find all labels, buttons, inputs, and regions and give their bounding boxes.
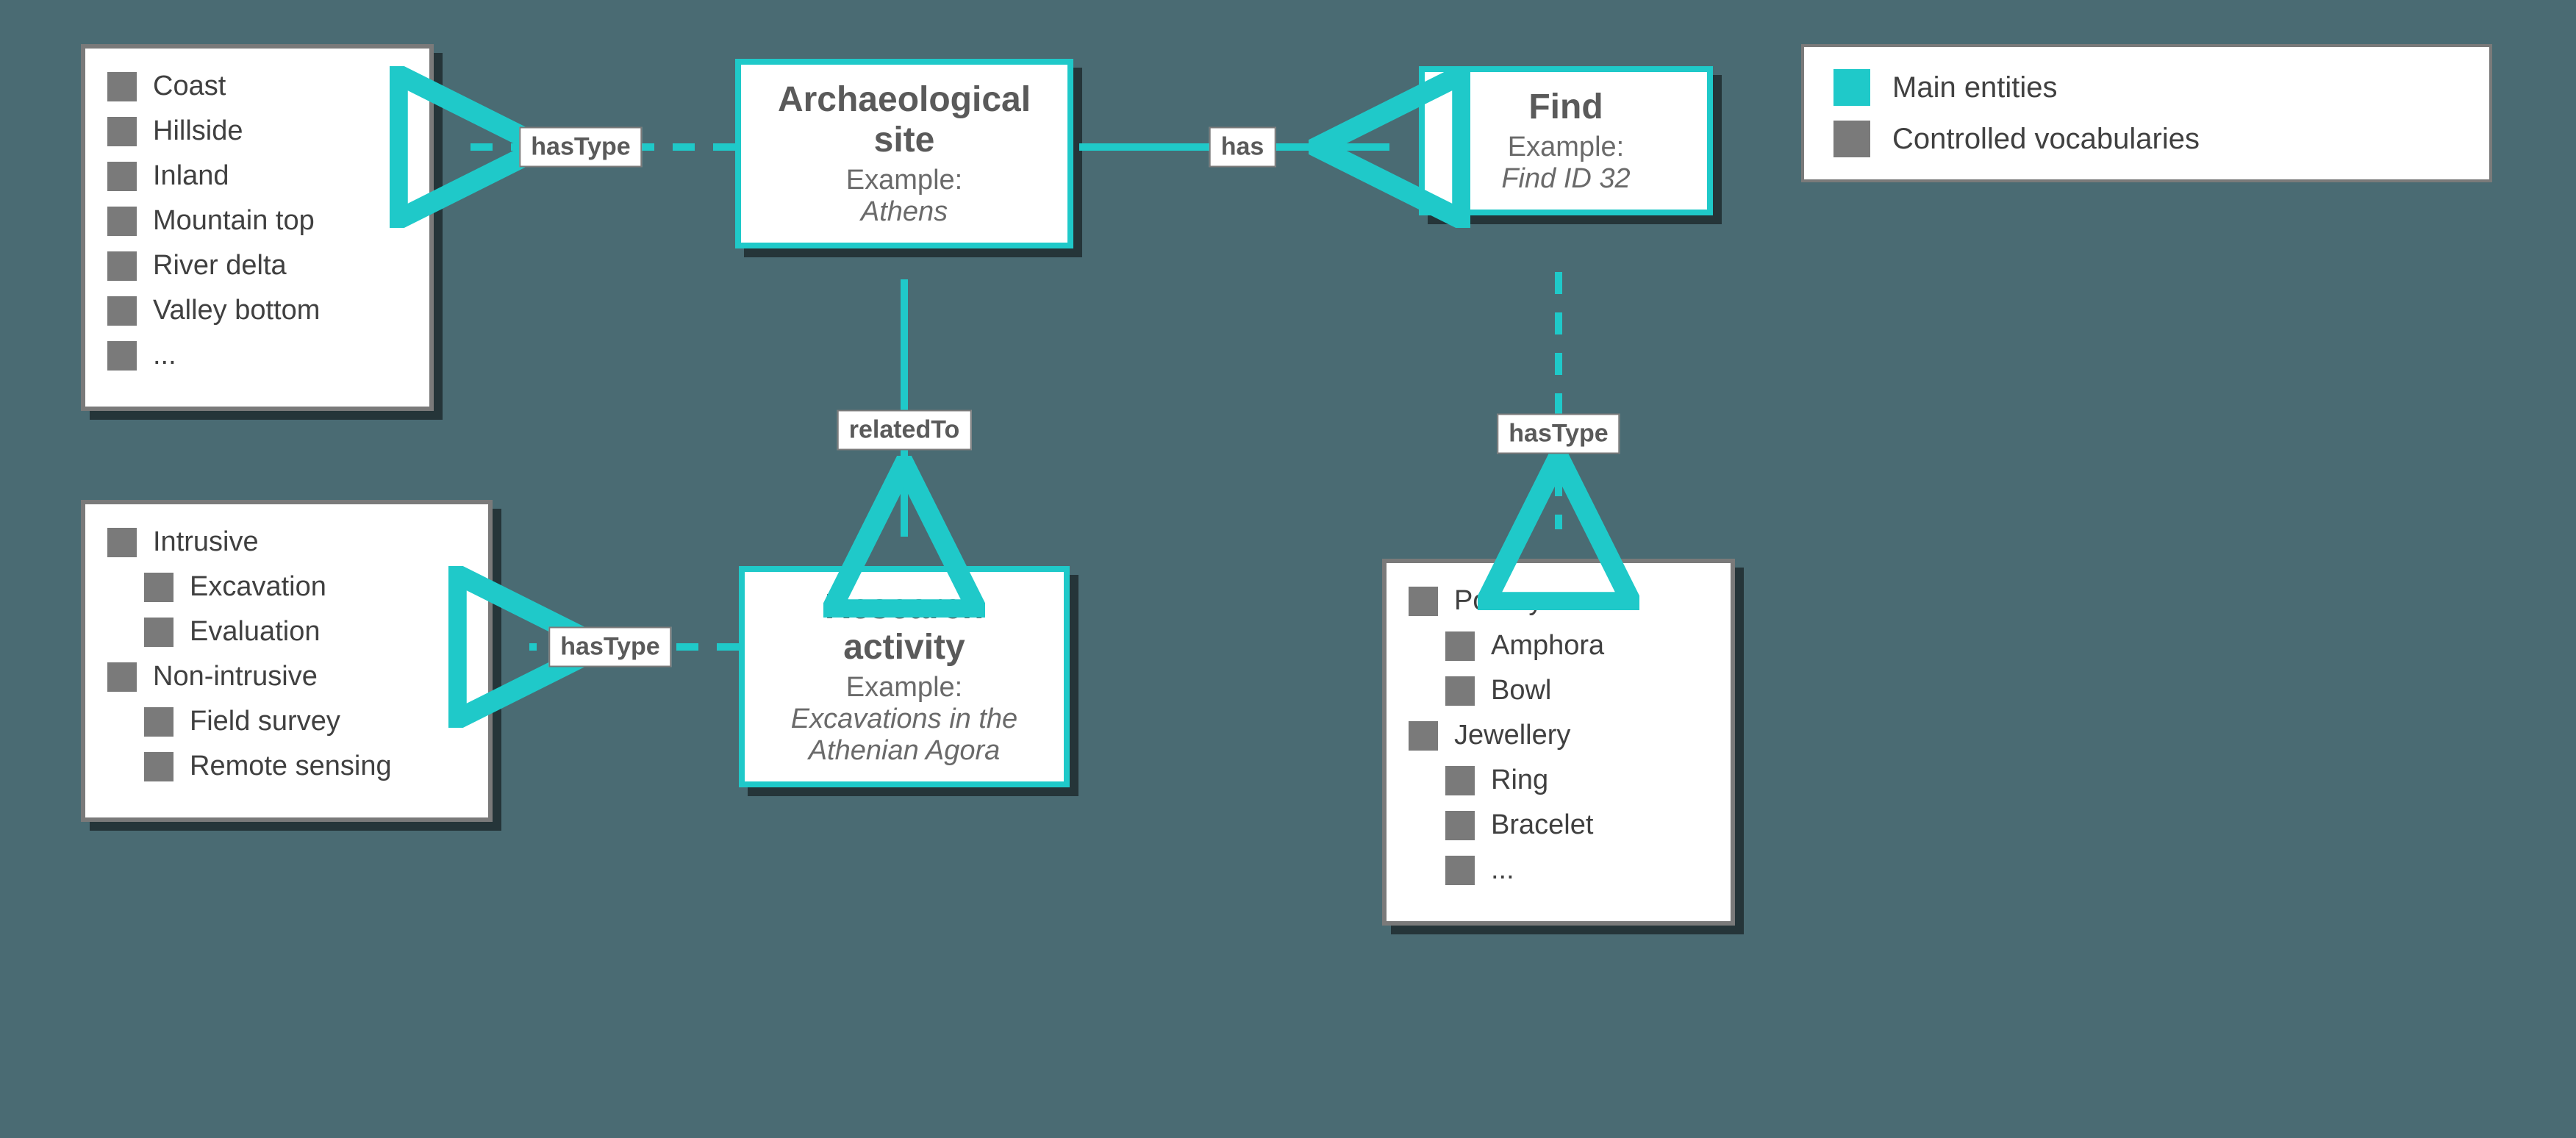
vocab-site-types: Coast Hillside Inland Mountain top River… [81,44,434,411]
vocab-label: Pottery [1454,585,1542,617]
vocab-item: ... [107,340,407,371]
vocab-label: Bowl [1491,675,1551,706]
entity-example-label: Example: [1439,132,1692,163]
edge-label-site-hastype: hasType [519,127,642,168]
vocab-square-icon [107,117,137,146]
vocab-label: Mountain top [153,205,315,237]
entity-example: Find ID 32 [1439,163,1692,195]
vocab-item: Bowl [1445,675,1709,706]
vocab-label: Valley bottom [153,295,320,326]
entity-example-label: Example: [759,672,1049,704]
vocab-square-icon [1445,631,1475,661]
entity-title: Archaeological [756,79,1053,120]
vocab-label: Hillside [153,115,243,147]
entity-title: Find [1439,87,1692,127]
vocab-item: Evaluation [144,616,466,648]
vocab-square-icon [107,207,137,236]
vocab-square-icon [1445,811,1475,840]
edge-label-site-has: has [1209,127,1276,168]
entity-example: Excavations in the [759,704,1049,735]
vocab-label: Ring [1491,765,1548,796]
vocab-item: Mountain top [107,205,407,237]
vocab-square-icon [107,72,137,101]
vocab-item: Excavation [144,571,466,603]
entity-research-activity: Research activity Example: Excavations i… [739,566,1070,787]
vocab-item: ... [1445,854,1709,886]
vocab-label: Bracelet [1491,809,1593,841]
vocab-label: ... [1491,854,1514,886]
vocab-square-icon [107,162,137,191]
vocab-group: Non-intrusive [107,661,466,693]
legend-label-main: Main entities [1892,71,2058,104]
edge-label-research-hastype: hasType [548,627,671,668]
vocab-label: Excavation [190,571,326,603]
entity-title: site [756,120,1053,160]
vocab-group: Pottery [1409,585,1709,617]
vocab-research-types: Intrusive Excavation Evaluation Non-intr… [81,500,493,822]
vocab-find-types: Pottery Amphora Bowl Jewellery Ring Brac… [1382,559,1735,926]
vocab-item: Valley bottom [107,295,407,326]
edge-label-site-relatedto: relatedTo [837,410,972,451]
vocab-group: Intrusive [107,526,466,558]
vocab-square-icon [1409,721,1438,751]
vocab-item: Hillside [107,115,407,147]
vocab-square-icon [107,662,137,692]
legend-label-vocab: Controlled vocabularies [1892,123,2200,156]
vocab-square-icon [107,296,137,326]
legend-square-vocab [1833,121,1870,157]
vocab-group: Jewellery [1409,720,1709,751]
legend-item-main: Main entities [1833,69,2460,106]
vocab-label: Jewellery [1454,720,1570,751]
vocab-square-icon [1445,766,1475,795]
vocab-item: Bracelet [1445,809,1709,841]
vocab-label: Coast [153,71,226,102]
vocab-label: Field survey [190,706,340,737]
entity-title: activity [759,627,1049,668]
vocab-label: Inland [153,160,229,192]
vocab-square-icon [144,707,173,737]
vocab-item: Coast [107,71,407,102]
vocab-square-icon [1409,587,1438,616]
vocab-square-icon [107,251,137,281]
legend: Main entities Controlled vocabularies [1801,44,2492,182]
vocab-item: River delta [107,250,407,282]
vocab-item: Amphora [1445,630,1709,662]
entity-example-label: Example: [756,165,1053,196]
vocab-label: Non-intrusive [153,661,318,693]
vocab-square-icon [1445,856,1475,885]
entity-example: Athens [756,196,1053,228]
vocab-label: Remote sensing [190,751,392,782]
vocab-item: Remote sensing [144,751,466,782]
vocab-label: Intrusive [153,526,259,558]
legend-square-main [1833,69,1870,106]
vocab-item: Field survey [144,706,466,737]
vocab-label: ... [153,340,176,371]
legend-item-vocab: Controlled vocabularies [1833,121,2460,157]
vocab-square-icon [144,573,173,602]
vocab-label: Evaluation [190,616,320,648]
entity-title: Research [759,587,1049,627]
vocab-label: River delta [153,250,287,282]
edge-label-find-hastype: hasType [1497,414,1620,454]
entity-example: Athenian Agora [759,735,1049,767]
entity-archaeological-site: Archaeological site Example: Athens [735,59,1073,248]
vocab-square-icon [107,341,137,371]
vocab-square-icon [1445,676,1475,706]
vocab-square-icon [144,752,173,781]
vocab-square-icon [107,528,137,557]
vocab-item: Inland [107,160,407,192]
vocab-label: Amphora [1491,630,1604,662]
entity-find: Find Example: Find ID 32 [1419,66,1713,215]
vocab-item: Ring [1445,765,1709,796]
vocab-square-icon [144,618,173,647]
